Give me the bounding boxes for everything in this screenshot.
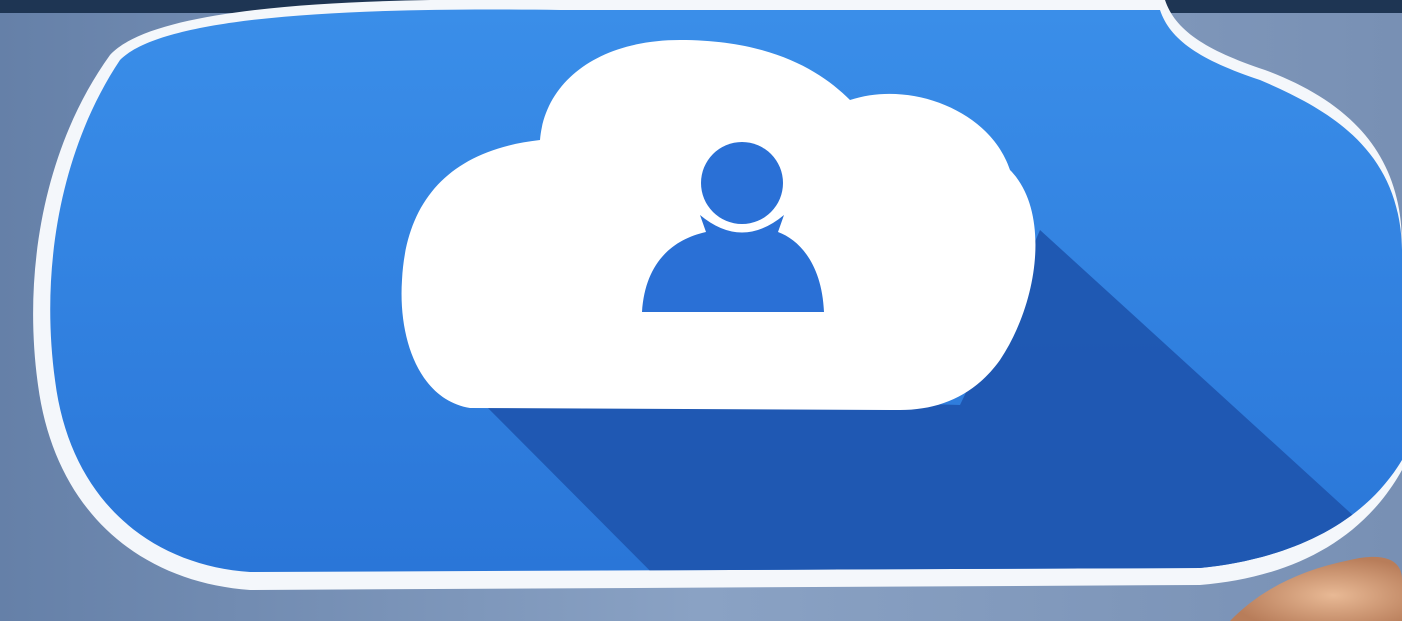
photo-scene [0,0,1402,621]
cloud-user-illustration [0,0,1402,621]
